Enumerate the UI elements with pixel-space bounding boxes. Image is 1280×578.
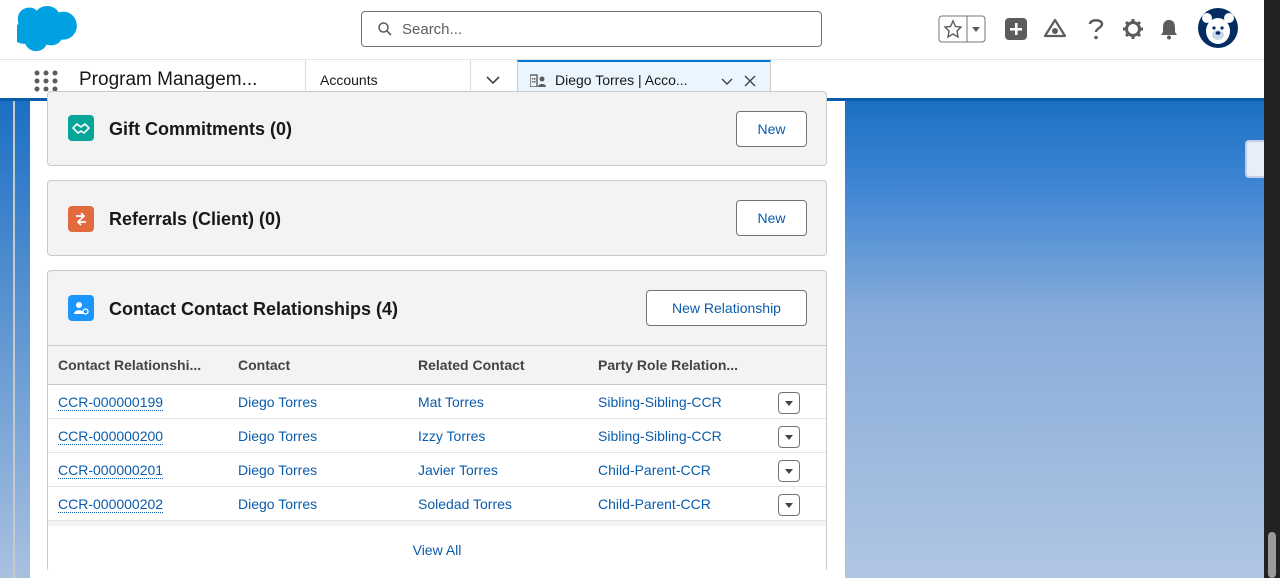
column-header-contact-relationship[interactable]: Contact Relationshi...	[48, 345, 228, 385]
panel-toggle-button[interactable]	[1245, 140, 1264, 178]
gift-commitments-card: Gift Commitments (0) New	[47, 91, 827, 166]
column-header-related-contact[interactable]: Related Contact	[408, 345, 588, 385]
chevron-down-icon	[785, 400, 793, 406]
contact-link[interactable]: Diego Torres	[238, 496, 317, 512]
avatar	[1198, 8, 1238, 48]
contact-link[interactable]: Diego Torres	[238, 462, 317, 478]
search-icon	[378, 22, 392, 36]
row-actions-button[interactable]	[778, 493, 800, 516]
chevron-down-icon	[785, 434, 793, 440]
referral-icon	[68, 206, 94, 232]
table-row: CCR-000000202 Diego Torres Soledad Torre…	[48, 486, 826, 521]
contact-relationships-title[interactable]: Contact Contact Relationships (4)	[109, 299, 398, 320]
chevron-down-icon[interactable]	[485, 72, 501, 88]
relationship-id-link[interactable]: CCR-000000199	[58, 393, 164, 411]
left-panel-edge	[13, 101, 15, 578]
chevron-down-icon	[785, 502, 793, 508]
related-contact-link[interactable]: Soledad Torres	[418, 496, 512, 512]
row-actions-button[interactable]	[778, 459, 800, 482]
window-scrollbar[interactable]	[1264, 0, 1280, 578]
tab-accounts[interactable]: Accounts	[320, 72, 378, 88]
app-launcher-icon[interactable]	[33, 69, 59, 93]
referrals-card: Referrals (Client) (0) New	[47, 180, 827, 256]
contact-link[interactable]: Diego Torres	[238, 428, 317, 444]
row-actions-button[interactable]	[778, 391, 800, 414]
gift-commitments-title[interactable]: Gift Commitments (0)	[109, 119, 292, 140]
related-contact-link[interactable]: Mat Torres	[418, 394, 484, 410]
table-row: CCR-000000201 Diego Torres Javier Torres…	[48, 452, 826, 487]
help-icon	[1088, 19, 1104, 40]
relationship-id-link[interactable]: CCR-000000200	[58, 427, 164, 445]
column-header-actions	[768, 345, 826, 385]
active-tab-label: Diego Torres | Acco...	[555, 72, 688, 88]
party-role-link[interactable]: Child-Parent-CCR	[598, 462, 711, 478]
setup-button[interactable]	[1121, 14, 1145, 44]
global-header	[0, 0, 1280, 59]
chevron-down-icon[interactable]	[721, 75, 733, 87]
bell-icon	[1161, 20, 1177, 40]
search-input[interactable]	[402, 20, 802, 38]
account-icon	[530, 74, 546, 87]
user-profile-button[interactable]	[1196, 6, 1240, 50]
related-contact-link[interactable]: Javier Torres	[418, 462, 498, 478]
new-referral-button[interactable]: New	[736, 200, 807, 236]
table-header-row: Contact Relationshi... Contact Related C…	[48, 345, 826, 385]
row-actions-button[interactable]	[778, 425, 800, 448]
star-icon	[938, 15, 986, 43]
notifications-button[interactable]	[1158, 14, 1180, 44]
left-background-strip	[0, 101, 30, 578]
table-row: CCR-000000199 Diego Torres Mat Torres Si…	[48, 384, 826, 419]
salesforce-logo-icon[interactable]	[17, 6, 85, 52]
scrollbar-thumb[interactable]	[1268, 532, 1276, 578]
relationships-table: Contact Relationshi... Contact Related C…	[48, 345, 826, 521]
column-header-party-role[interactable]: Party Role Relation...	[588, 345, 768, 385]
related-contact-link[interactable]: Izzy Torres	[418, 428, 485, 444]
contact-relationships-card: Contact Contact Relationships (4) New Re…	[47, 270, 827, 574]
help-button[interactable]	[1085, 14, 1107, 44]
global-actions-button[interactable]	[1004, 14, 1028, 44]
party-role-link[interactable]: Sibling-Sibling-CCR	[598, 394, 722, 410]
column-header-contact[interactable]: Contact	[228, 345, 408, 385]
table-row: CCR-000000200 Diego Torres Izzy Torres S…	[48, 418, 826, 453]
global-search[interactable]	[361, 11, 822, 47]
gear-icon	[1123, 19, 1143, 39]
party-role-link[interactable]: Child-Parent-CCR	[598, 496, 711, 512]
contact-relationship-icon	[68, 295, 94, 321]
new-relationship-button[interactable]: New Relationship	[646, 290, 807, 326]
favorites-button[interactable]	[938, 14, 986, 44]
gift-commitment-icon	[68, 115, 94, 141]
add-icon	[1005, 18, 1027, 40]
app-name: Program Managem...	[79, 69, 258, 90]
close-icon[interactable]	[744, 75, 756, 87]
referrals-title[interactable]: Referrals (Client) (0)	[109, 209, 281, 230]
trailhead-button[interactable]	[1042, 14, 1068, 44]
trailhead-icon	[1043, 18, 1067, 38]
contact-link[interactable]: Diego Torres	[238, 394, 317, 410]
relationship-id-link[interactable]: CCR-000000201	[58, 461, 164, 479]
relationship-id-link[interactable]: CCR-000000202	[58, 495, 164, 513]
new-gift-commitment-button[interactable]: New	[736, 111, 807, 147]
chevron-down-icon	[785, 468, 793, 474]
view-all-link[interactable]: View All	[48, 526, 826, 574]
party-role-link[interactable]: Sibling-Sibling-CCR	[598, 428, 722, 444]
